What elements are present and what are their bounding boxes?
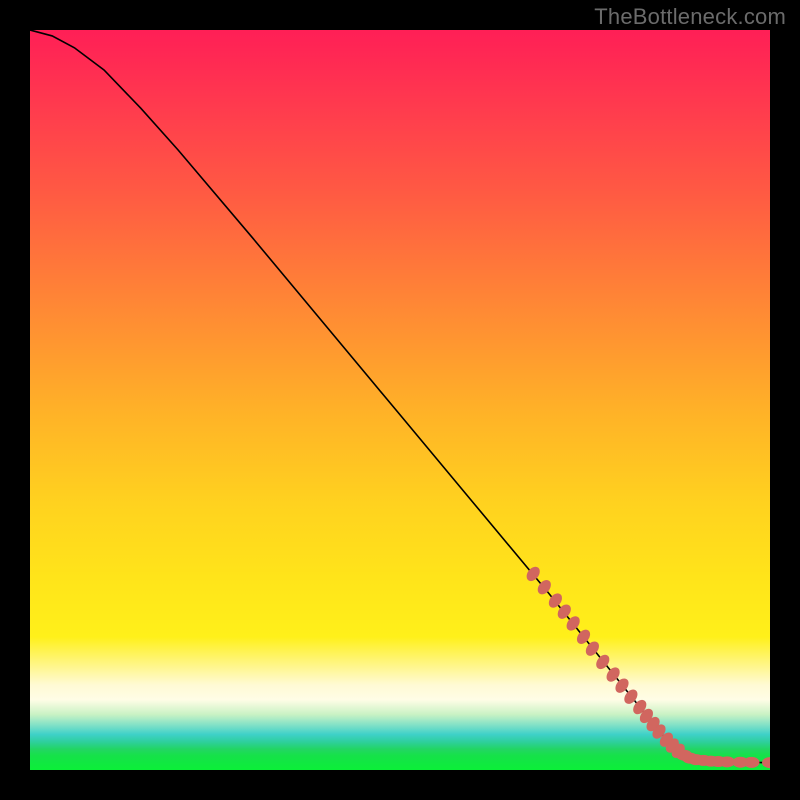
watermark-text: TheBottleneck.com [594,4,786,30]
chart-frame: TheBottleneck.com [0,0,800,800]
chart-svg [30,30,770,770]
curve-markers [525,565,770,768]
curve-marker [763,758,771,768]
bottleneck-curve [30,30,770,763]
curve-marker [744,757,759,767]
plot-area [30,30,770,770]
curve-marker [720,757,735,767]
